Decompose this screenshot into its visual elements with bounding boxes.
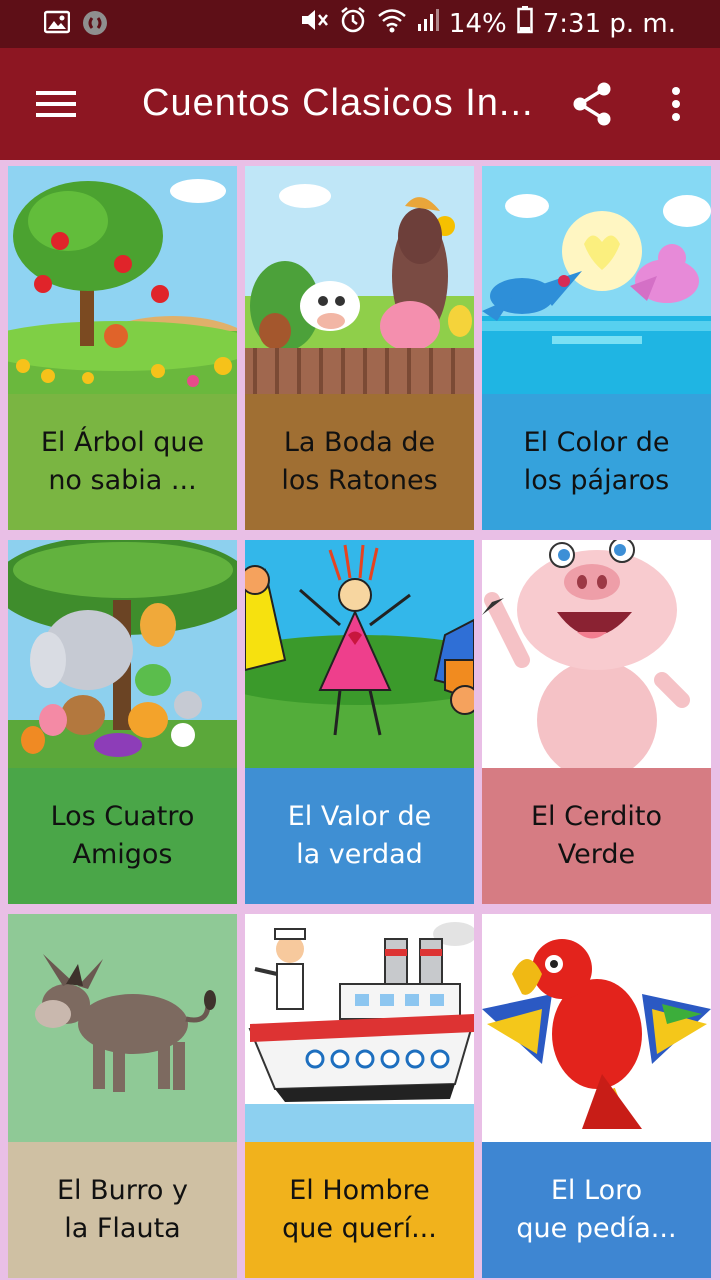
- story-title: El Hombre que querí...: [245, 1142, 474, 1278]
- story-card[interactable]: El Color de los pájaros: [482, 166, 711, 530]
- share-icon[interactable]: [564, 76, 620, 132]
- story-title: Los Cuatro Amigos: [8, 768, 237, 904]
- story-card[interactable]: El Loro que pedía...: [482, 914, 711, 1278]
- story-title: El Árbol que no sabia ...: [8, 394, 237, 530]
- battery-percent: 14%: [448, 8, 507, 39]
- wifi-icon: [377, 7, 407, 40]
- alarm-icon: [339, 6, 367, 41]
- birds-illustration: [482, 166, 711, 394]
- story-title: El Color de los pájaros: [482, 394, 711, 530]
- story-title: El Cerdito Verde: [482, 768, 711, 904]
- mute-icon: [299, 6, 329, 41]
- hamburger-menu-icon[interactable]: [28, 76, 84, 132]
- story-card[interactable]: La Boda de los Ratones: [245, 166, 474, 530]
- story-title: La Boda de los Ratones: [245, 394, 474, 530]
- story-title: El Valor de la verdad: [245, 768, 474, 904]
- gallery-notification-icon: [43, 10, 71, 40]
- apple-tree-illustration: [8, 166, 237, 394]
- story-card[interactable]: Los Cuatro Amigos: [8, 540, 237, 904]
- four-friends-illustration: [8, 540, 237, 768]
- more-vert-icon[interactable]: [648, 76, 704, 132]
- battery-icon: [516, 6, 533, 41]
- story-card[interactable]: El Hombre que querí...: [245, 914, 474, 1278]
- app-bar: Cuentos Clasicos In...: [0, 48, 720, 160]
- status-bar: 14% 7:31 p. m.: [0, 0, 720, 48]
- story-card[interactable]: El Árbol que no sabia ...: [8, 166, 237, 530]
- donkey-illustration: [8, 914, 237, 1142]
- story-card[interactable]: El Valor de la verdad: [245, 540, 474, 904]
- parrot-illustration: [482, 914, 711, 1142]
- ship-captain-illustration: [245, 914, 474, 1142]
- clock: 7:31 p. m.: [542, 8, 676, 39]
- farm-animals-illustration: [245, 166, 474, 394]
- shazam-notification-icon: [82, 10, 108, 40]
- story-card[interactable]: El Burro y la Flauta: [8, 914, 237, 1278]
- story-title: El Burro y la Flauta: [8, 1142, 237, 1278]
- pig-illustration: [482, 540, 711, 768]
- stories-grid: El Árbol que no sabia ... La Boda de los…: [8, 166, 711, 1278]
- app-title: Cuentos Clasicos In...: [142, 82, 534, 124]
- story-title: El Loro que pedía...: [482, 1142, 711, 1278]
- story-card[interactable]: El Cerdito Verde: [482, 540, 711, 904]
- children-playing-illustration: [245, 540, 474, 768]
- signal-icon: [417, 8, 439, 39]
